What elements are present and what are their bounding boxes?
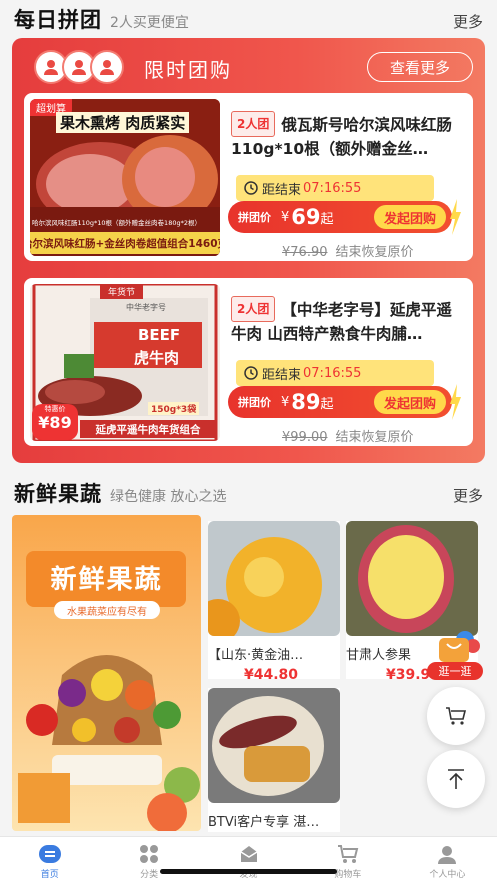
section-subtitle: 绿色健康 放心之选 bbox=[110, 489, 227, 505]
start-group-button[interactable]: 发起团购 bbox=[373, 205, 446, 229]
discover-icon bbox=[237, 843, 261, 865]
thumb-brand: 中华老字号 bbox=[126, 303, 166, 312]
fresh-produce-header: 新鲜果蔬 绿色健康 放心之选 更多 bbox=[0, 478, 497, 508]
banner-subtitle: 水果蔬菜应有尽有 bbox=[54, 601, 160, 619]
thumb-caption: 延虎平遥牛肉年货组合 bbox=[80, 420, 216, 438]
product-title[interactable]: 2人团 【中华老字号】延虎平遥牛肉 山西特产熟食牛肉脯… bbox=[231, 296, 465, 344]
price-label: 拼团价 bbox=[238, 396, 271, 409]
tab-profile[interactable]: 个人中心 bbox=[398, 837, 497, 883]
daily-group-header: 每日拼团 2人买更便宜 更多 bbox=[0, 4, 497, 34]
original-price: ¥76.90 bbox=[282, 245, 328, 260]
countdown-time: 07:16:55 bbox=[303, 180, 362, 196]
tab-label: 个人中心 bbox=[429, 870, 466, 880]
thumb-beef: BEEF bbox=[138, 326, 181, 344]
group-tag: 2人团 bbox=[231, 111, 276, 137]
tab-category[interactable]: 分类 bbox=[99, 837, 198, 883]
limited-group-buy-panel: 限时团购 查看更多 超划算 果木熏烤 肉质紧实 哈尔滨风味红肠110g*10根（… bbox=[12, 38, 485, 463]
thumb-caption: 哈尔滨风味红肠+金丝肉卷超值组合1460克 bbox=[30, 232, 220, 254]
cart-icon bbox=[336, 843, 360, 865]
section-subtitle: 2人买更便宜 bbox=[110, 15, 189, 31]
tab-home[interactable]: 首页 bbox=[0, 837, 99, 883]
tab-cart[interactable]: 购物车 bbox=[298, 837, 397, 883]
avatar-group bbox=[34, 50, 124, 84]
thumb-meat: 虎牛肉 bbox=[134, 349, 180, 367]
product-tile[interactable]: 【山东·黄金油… ¥44.80 bbox=[208, 521, 340, 683]
countdown-label: 距结束 bbox=[262, 367, 302, 383]
promo-title: 限时团购 bbox=[144, 58, 232, 82]
product-image[interactable] bbox=[346, 521, 478, 636]
currency: ¥ bbox=[281, 394, 290, 410]
cart-float-button[interactable] bbox=[427, 687, 485, 745]
home-indicator bbox=[160, 869, 337, 874]
arrow-up-icon bbox=[448, 769, 464, 789]
price-label: 拼团价 bbox=[238, 211, 271, 224]
user-icon bbox=[90, 50, 124, 84]
product-thumbnail[interactable]: 年货节 中华老字号 BEEF 虎牛肉 150g*3袋 特惠价 ¥89 延虎平遥牛… bbox=[30, 284, 220, 441]
tab-label: 购物车 bbox=[334, 870, 362, 880]
thumb-price-badge: 特惠价 ¥89 bbox=[32, 404, 78, 440]
product-name: 【山东·黄金油… bbox=[208, 648, 304, 663]
start-group-button[interactable]: 发起团购 bbox=[373, 390, 446, 414]
thumb-spec: 150g*3袋 bbox=[148, 402, 200, 415]
group-price: 89 bbox=[291, 390, 321, 414]
product-tile[interactable]: BTVi客户专享 湛… bbox=[208, 688, 340, 832]
home-icon bbox=[38, 843, 62, 865]
thumb-small-text: 哈尔滨风味红肠110g*10根（额外赠金丝肉卷180g*2根） bbox=[32, 219, 201, 227]
group-product-card[interactable]: 年货节 中华老字号 BEEF 虎牛肉 150g*3袋 特惠价 ¥89 延虎平遥牛… bbox=[24, 278, 473, 446]
cart-icon bbox=[446, 707, 467, 725]
stroll-label: 逛一逛 bbox=[427, 662, 483, 680]
product-title[interactable]: 2人团 俄瓦斯号哈尔滨风味红肠110g*10根（额外赠金丝… bbox=[231, 111, 465, 159]
price-suffix: 起 bbox=[320, 396, 334, 412]
shopping-bag-icon bbox=[439, 631, 480, 662]
countdown-label: 距结束 bbox=[262, 182, 302, 198]
product-thumbnail[interactable]: 超划算 果木熏烤 肉质紧实 哈尔滨风味红肠110g*10根（额外赠金丝肉卷180… bbox=[30, 99, 220, 256]
section-title: 每日拼团 bbox=[14, 8, 102, 32]
restore-note: 结束恢复原价 bbox=[335, 430, 414, 445]
product-price: ¥44.80 bbox=[244, 667, 299, 683]
thumb-headline: 果木熏烤 肉质紧实 bbox=[56, 112, 190, 133]
clock-icon bbox=[244, 181, 258, 195]
countdown: 距结束 07:16:55 bbox=[236, 360, 434, 386]
lightning-icon bbox=[450, 384, 461, 420]
profile-icon bbox=[435, 843, 459, 865]
banner-title: 新鲜果蔬 bbox=[50, 565, 163, 595]
tab-label: 首页 bbox=[40, 870, 59, 880]
group-price-bar[interactable]: 拼团价 ¥ 89 起 发起团购 bbox=[228, 384, 461, 420]
more-link[interactable]: 更多 bbox=[453, 485, 483, 506]
original-price-line: ¥99.00 结束恢复原价 bbox=[282, 426, 414, 445]
back-to-top-button[interactable] bbox=[427, 750, 485, 808]
group-product-card[interactable]: 超划算 果木熏烤 肉质紧实 哈尔滨风味红肠110g*10根（额外赠金丝肉卷180… bbox=[24, 93, 473, 261]
tab-discover[interactable]: 发现 bbox=[199, 837, 298, 883]
currency: ¥ bbox=[281, 209, 290, 225]
restore-note: 结束恢复原价 bbox=[335, 245, 414, 260]
category-icon bbox=[137, 843, 161, 865]
more-link[interactable]: 更多 bbox=[453, 11, 483, 32]
fresh-produce-banner[interactable]: 新鲜果蔬 水果蔬菜应有尽有 bbox=[12, 515, 201, 831]
lightning-icon bbox=[450, 199, 461, 235]
price-suffix: 起 bbox=[320, 211, 334, 227]
group-price-bar[interactable]: 拼团价 ¥ 69 起 发起团购 bbox=[228, 199, 461, 235]
thumb-price: ¥89 bbox=[38, 413, 72, 432]
product-name: BTVi客户专享 湛… bbox=[208, 815, 320, 830]
stroll-button[interactable]: 逛一逛 bbox=[425, 630, 485, 680]
product-image[interactable] bbox=[208, 688, 340, 803]
thumb-badge: 年货节 bbox=[100, 284, 144, 299]
clock-icon bbox=[244, 366, 258, 380]
countdown: 距结束 07:16:55 bbox=[236, 175, 434, 201]
section-title: 新鲜果蔬 bbox=[14, 482, 102, 506]
group-price: 69 bbox=[291, 205, 321, 229]
group-tag: 2人团 bbox=[231, 296, 276, 322]
bottom-tab-bar: 首页 分类 发现 购物车 个人中心 bbox=[0, 836, 497, 883]
countdown-time: 07:16:55 bbox=[303, 365, 362, 381]
tab-label: 分类 bbox=[140, 870, 159, 880]
view-more-button[interactable]: 查看更多 bbox=[367, 52, 473, 82]
original-price: ¥99.00 bbox=[282, 430, 328, 445]
product-image[interactable] bbox=[208, 521, 340, 636]
original-price-line: ¥76.90 结束恢复原价 bbox=[282, 241, 414, 260]
